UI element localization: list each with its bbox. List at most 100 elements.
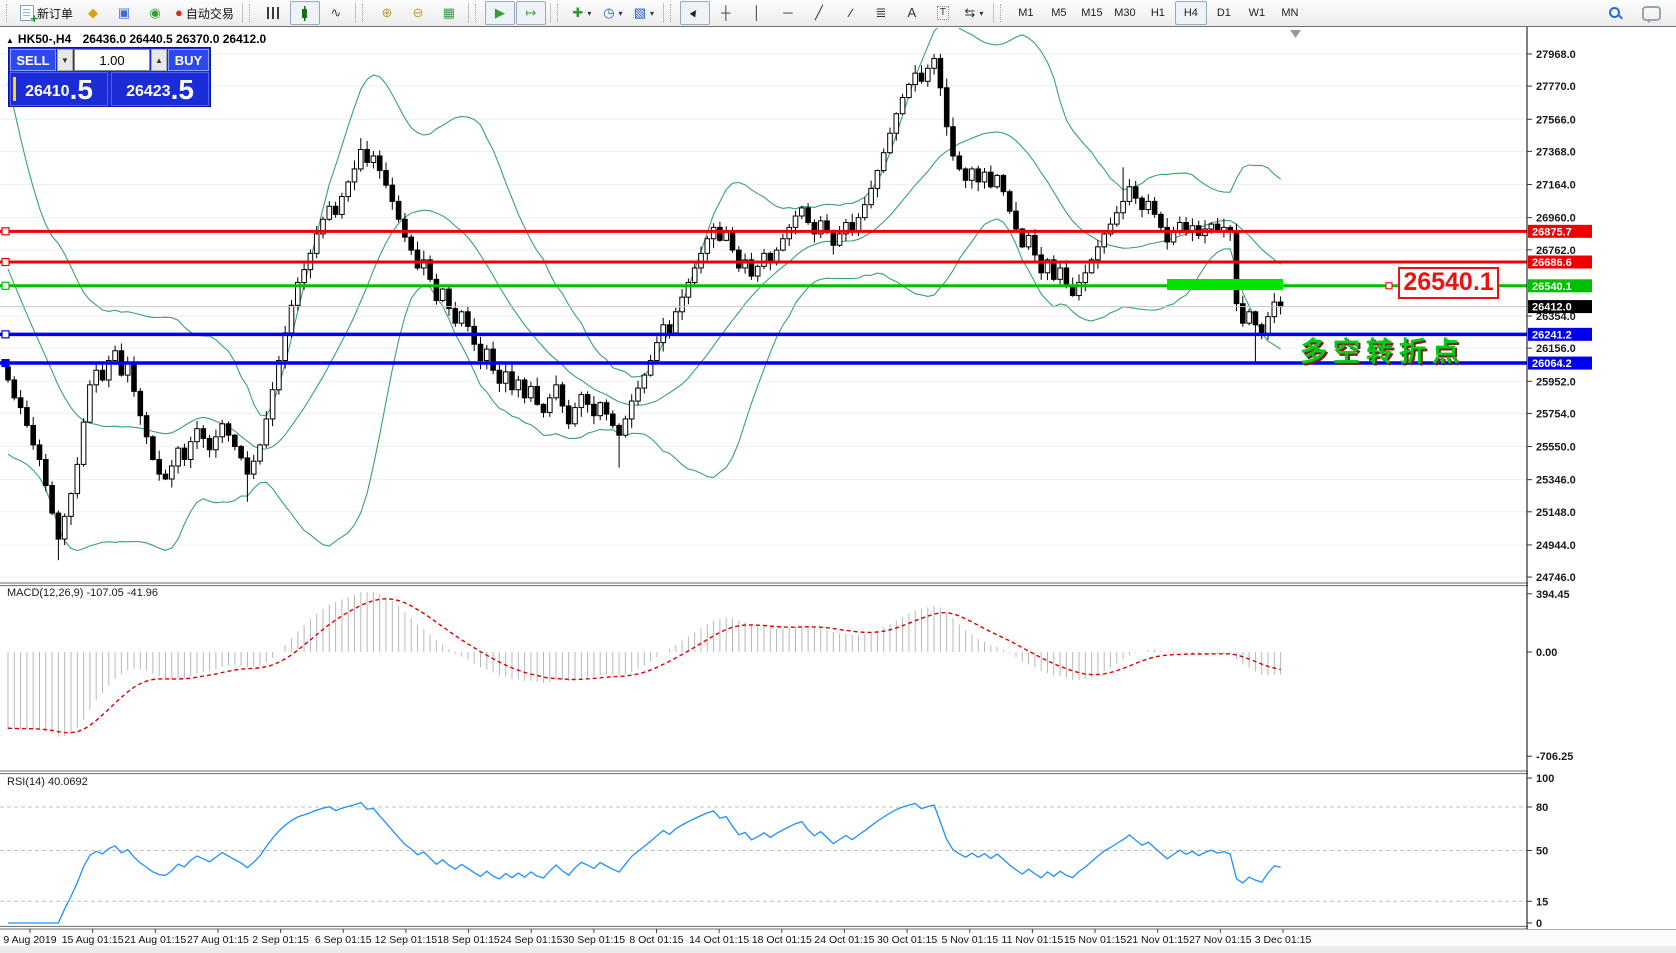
svg-text:80: 80	[1536, 802, 1548, 814]
hline-icon: ─	[783, 5, 792, 21]
line-icon: ∿	[330, 5, 341, 21]
zoom-out-button[interactable]: ⊖	[403, 1, 433, 25]
volume-input[interactable]: 1.00	[74, 49, 150, 71]
svg-text:15: 15	[1536, 896, 1548, 908]
svg-text:100: 100	[1536, 773, 1554, 785]
crosshair-icon: ┼	[721, 5, 730, 21]
indicators-button[interactable]: ✚▾	[567, 1, 597, 25]
turning-point-annotation[interactable]: 多空转折点	[1300, 330, 1465, 369]
line-chart-button[interactable]: ∿	[321, 1, 351, 25]
cursor-icon: ►	[687, 5, 703, 21]
cursor-button[interactable]: ►	[680, 1, 710, 25]
chevron-down-icon: ▾	[979, 9, 983, 18]
timeframe-m1-button[interactable]: M1	[1010, 1, 1042, 25]
svg-text:0.00: 0.00	[1536, 647, 1557, 659]
auto-scroll-button[interactable]: ▶	[485, 1, 515, 25]
timeframe-m5-button[interactable]: M5	[1043, 1, 1075, 25]
blue-app-icon: ▣	[118, 5, 130, 21]
time-axis[interactable]: 9 Aug 201915 Aug 01:1521 Aug 01:1527 Aug…	[0, 929, 1676, 953]
search-icon	[1608, 6, 1622, 20]
toolbar-grip	[557, 4, 563, 22]
price-axis[interactable]: 27968.027770.027566.027368.027164.026960…	[1527, 27, 1676, 930]
svg-text:11 Nov 01:15: 11 Nov 01:15	[1002, 934, 1064, 946]
text-button[interactable]: A	[897, 1, 927, 25]
svg-text:25754.0: 25754.0	[1536, 408, 1576, 420]
chat-button[interactable]	[1636, 1, 1666, 25]
templates-button[interactable]: ▧▾	[629, 1, 659, 25]
svg-text:26412.0: 26412.0	[1532, 302, 1572, 314]
timeframe-m30-button[interactable]: M30	[1109, 1, 1141, 25]
highlight-rectangle[interactable]	[1167, 279, 1283, 290]
periods-button[interactable]: ◷▾	[598, 1, 628, 25]
timeframe-m15-button[interactable]: M15	[1076, 1, 1108, 25]
bar-chart-button[interactable]	[259, 1, 289, 25]
autotrading-button[interactable]: ●自动交易	[171, 1, 238, 25]
price-callout-box[interactable]: 26540.1	[1398, 267, 1499, 299]
rsi-indicator-label: RSI(14) 40.0692	[7, 776, 88, 788]
new-order-button[interactable]: 新订单	[16, 1, 77, 25]
autotrade-icon: ●	[175, 5, 183, 21]
svg-text:8 Oct 01:15: 8 Oct 01:15	[629, 934, 683, 946]
volume-increase-button[interactable]: ▲	[151, 49, 167, 71]
svg-text:24 Oct 01:15: 24 Oct 01:15	[814, 934, 874, 946]
market-watch-icon-button[interactable]: ◆	[78, 1, 108, 25]
svg-text:27368.0: 27368.0	[1536, 146, 1576, 158]
buy-price-frac: .5	[171, 77, 194, 103]
svg-text:9 Aug 2019: 9 Aug 2019	[3, 934, 56, 946]
timeframe-h4-button[interactable]: H4	[1175, 1, 1207, 25]
chart-area[interactable]: 27968.027770.027566.027368.027164.026960…	[0, 27, 1676, 953]
toolbar-separator	[993, 3, 994, 23]
timeframe-mn-button[interactable]: MN	[1274, 1, 1306, 25]
zoom-out-icon: ⊖	[412, 5, 423, 21]
label-button[interactable]: T	[928, 1, 958, 25]
buy-button[interactable]: BUY	[168, 49, 209, 71]
toolbar-right-group	[1600, 1, 1672, 25]
main-toolbar: 新订单◆▣◉●自动交易∿⊕⊖▦▶↦✚▾◷▾▧▾►┼│─╱∕∕≣AT⇆▾M1M5M…	[0, 0, 1676, 27]
svg-text:26960.0: 26960.0	[1536, 213, 1576, 225]
svg-text:26540.1: 26540.1	[1532, 281, 1572, 293]
horizontal-line-button[interactable]: ─	[773, 1, 803, 25]
timeframe-h1-button[interactable]: H1	[1142, 1, 1174, 25]
data-window-button[interactable]: ▣	[109, 1, 139, 25]
tile-windows-button[interactable]: ▦	[434, 1, 464, 25]
indicator-icon: ✚	[572, 5, 583, 21]
fibonacci-button[interactable]: ≣	[866, 1, 896, 25]
svg-text:24746.0: 24746.0	[1536, 572, 1576, 584]
timeframe-d1-button[interactable]: D1	[1208, 1, 1240, 25]
chart-shift-button[interactable]: ↦	[516, 1, 546, 25]
svg-text:26686.6: 26686.6	[1532, 257, 1572, 269]
chat-icon	[1642, 6, 1661, 21]
vertical-line-button[interactable]: │	[742, 1, 772, 25]
label-icon: T	[937, 6, 949, 20]
candlestick-chart-button[interactable]	[290, 1, 320, 25]
svg-text:26156.0: 26156.0	[1536, 343, 1576, 355]
toolbar-separator	[242, 3, 243, 23]
one-click-trading-panel: SELL ▼ 1.00 ▲ BUY 26410 .5 26423 .5	[8, 47, 211, 107]
search-button[interactable]	[1600, 1, 1630, 25]
macd-indicator-label: MACD(12,26,9) -107.05 -41.96	[7, 587, 158, 599]
toolbar-grip	[1000, 4, 1006, 22]
gold-icon: ◆	[88, 5, 98, 21]
sell-price-display[interactable]: 26410 .5	[10, 72, 108, 106]
sell-button[interactable]: SELL	[10, 49, 56, 71]
zoom-in-button[interactable]: ⊕	[372, 1, 402, 25]
svg-text:30 Oct 01:15: 30 Oct 01:15	[877, 934, 937, 946]
buy-price-display[interactable]: 26423 .5	[111, 72, 209, 106]
timeframe-w1-button[interactable]: W1	[1241, 1, 1273, 25]
vline-icon: │	[753, 5, 761, 21]
svg-text:30 Sep 01:15: 30 Sep 01:15	[563, 934, 626, 946]
collapse-triangle-icon[interactable]: ▲	[6, 36, 14, 45]
channel-button[interactable]: ∕∕	[835, 1, 865, 25]
volume-decrease-button[interactable]: ▼	[57, 49, 73, 71]
svg-text:27164.0: 27164.0	[1536, 180, 1576, 192]
arrows-icon: ⇆	[964, 5, 975, 21]
chart-title: ▲HK50-,H4 26436.0 26440.5 26370.0 26412.…	[6, 32, 266, 46]
signals-button[interactable]: ◉	[140, 1, 170, 25]
svg-text:25148.0: 25148.0	[1536, 507, 1576, 519]
trendline-button[interactable]: ╱	[804, 1, 834, 25]
svg-text:24944.0: 24944.0	[1536, 540, 1576, 552]
svg-text:-706.25: -706.25	[1536, 751, 1573, 763]
crosshair-button[interactable]: ┼	[711, 1, 741, 25]
arrows-button[interactable]: ⇆▾	[959, 1, 989, 25]
sell-price-frac: .5	[70, 77, 93, 103]
